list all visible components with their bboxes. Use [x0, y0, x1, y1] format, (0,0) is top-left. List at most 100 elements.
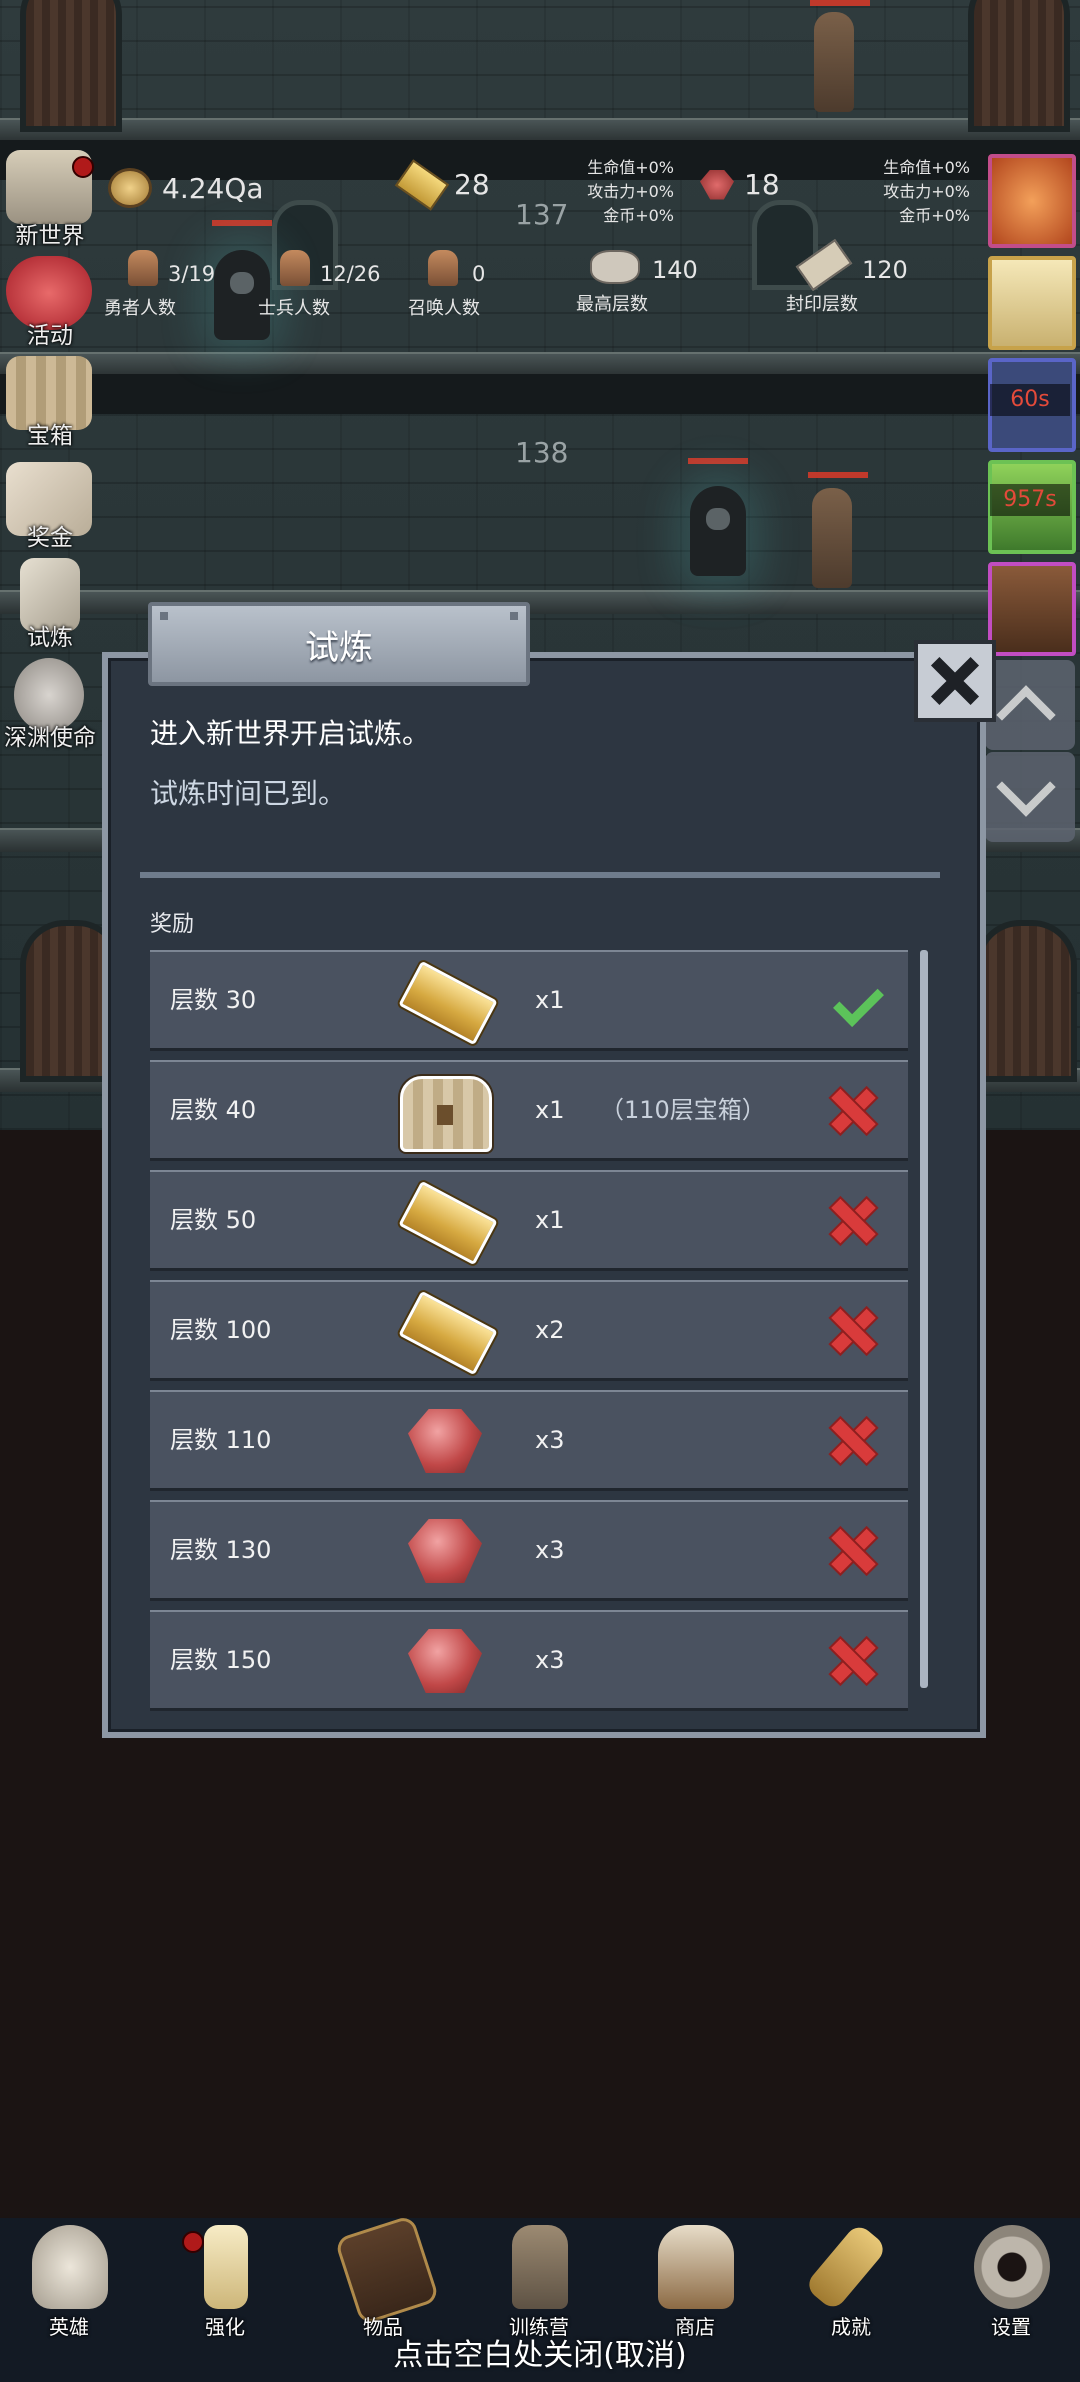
tab-upgrade[interactable]: 强化	[170, 2225, 280, 2339]
pumpkin-icon[interactable]	[988, 154, 1076, 248]
side-item-label: 试炼	[27, 625, 73, 651]
bonus-left: 生命值+0% 攻击力+0% 金币+0%	[560, 156, 674, 228]
unclaimed-cross-icon	[830, 1198, 876, 1244]
side-item-bonus[interactable]: 奖金	[0, 462, 100, 558]
zombie-enemy	[814, 12, 854, 112]
notification-dot	[72, 156, 94, 178]
summon-count: 0	[472, 262, 486, 286]
tab-shop[interactable]: 商店	[640, 2225, 750, 2339]
reward-row[interactable]: 层数 30 x1	[150, 950, 908, 1051]
divider	[140, 872, 940, 878]
scroll-icon	[795, 238, 853, 292]
reward-list-scrollbar[interactable]	[920, 950, 928, 1688]
door	[975, 920, 1077, 1082]
soldier-count: 12/26	[320, 262, 381, 286]
tab-achievements[interactable]: 成就	[796, 2221, 906, 2339]
side-item-new-world[interactable]: 新世界	[0, 150, 100, 249]
reward-floor: 层数 130	[170, 1536, 272, 1564]
floor-ledge	[0, 118, 1080, 142]
side-item-chest[interactable]: 宝箱	[0, 356, 100, 452]
reward-quantity: x1	[535, 1206, 565, 1234]
reward-quantity: x1	[535, 1096, 565, 1124]
side-item-abyss[interactable]: 深渊使命	[0, 658, 100, 754]
candle-icon[interactable]	[988, 256, 1076, 350]
reward-quantity: x3	[535, 1646, 565, 1674]
side-item-label: 奖金	[27, 525, 73, 551]
key-icon	[803, 2221, 889, 2313]
skull-icon	[32, 2225, 108, 2309]
mug-icon	[658, 2225, 734, 2309]
claimed-check-icon	[830, 976, 884, 1027]
gem-value: 18	[744, 168, 780, 201]
coin-icon	[108, 168, 152, 208]
chest-buff-icon[interactable]	[988, 562, 1076, 656]
gold-bar-icon	[398, 1180, 498, 1266]
hp-bonus: 生命值+0%	[883, 158, 970, 177]
chevron-up-icon	[996, 685, 1056, 745]
gold-bar-value: 28	[454, 168, 490, 201]
unclaimed-cross-icon	[830, 1528, 876, 1574]
tab-items[interactable]: 物品	[328, 2214, 440, 2339]
reward-quantity: x1	[535, 986, 565, 1014]
coin-bonus: 金币+0%	[603, 206, 674, 225]
chevron-down-icon	[996, 757, 1056, 817]
reward-quantity: x2	[535, 1316, 565, 1344]
tab-settings[interactable]: 设置	[956, 2225, 1066, 2339]
dialog-title: 试炼	[148, 602, 530, 686]
reward-row[interactable]: 层数 50 x1	[150, 1170, 908, 1271]
reward-row[interactable]: 层数 110 x3	[150, 1390, 908, 1491]
enemy-hp-bar	[808, 472, 868, 478]
lantern-icon	[512, 2225, 568, 2309]
atk-bonus: 攻击力+0%	[883, 182, 970, 201]
buff-timer: 957s	[990, 484, 1070, 516]
floor-ledge	[0, 352, 1080, 376]
gem-icon	[700, 169, 734, 200]
side-item-label: 宝箱	[27, 423, 73, 449]
side-item-label: 深渊使命	[4, 725, 96, 751]
reward-note: （110层宝箱）	[600, 1096, 766, 1124]
seal-floor-label: 封印层数	[786, 294, 858, 315]
reward-quantity: x3	[535, 1536, 565, 1564]
reward-row[interactable]: 层数 100 x2	[150, 1280, 908, 1381]
book-icon	[334, 2214, 440, 2326]
hero-icon	[128, 250, 158, 286]
tab-heroes[interactable]: 英雄	[14, 2225, 124, 2339]
tab-training-camp[interactable]: 训练营	[484, 2225, 594, 2339]
side-item-event[interactable]: 活动	[0, 256, 100, 352]
hero-count: 3/19	[168, 262, 216, 286]
dialog-title-text: 试炼	[305, 627, 373, 668]
scroll-up-button[interactable]	[985, 660, 1075, 750]
max-floor-value: 140	[652, 256, 698, 284]
reward-row[interactable]: 层数 130 x3	[150, 1500, 908, 1601]
zombie-enemy	[812, 488, 852, 588]
door	[968, 0, 1070, 132]
bonus-right: 生命值+0% 攻击力+0% 金币+0%	[850, 156, 970, 228]
hp-bonus: 生命值+0%	[587, 158, 674, 177]
reward-heading: 奖励	[150, 912, 195, 937]
reward-floor: 层数 100	[170, 1316, 272, 1344]
close-hint: 点击空白处关闭(取消)	[393, 2338, 687, 2373]
reward-quantity: x3	[535, 1426, 565, 1454]
treasure-chest-icon	[400, 1076, 492, 1152]
gold-bar-icon	[398, 1290, 498, 1376]
reward-row[interactable]: 层数 40 x1 （110层宝箱）	[150, 1060, 908, 1161]
trial-description: 进入新世界开启试炼。	[150, 717, 431, 750]
reward-row[interactable]: 层数 150 x3	[150, 1610, 908, 1711]
side-item-label: 活动	[27, 323, 73, 349]
seal-floor-value: 120	[862, 256, 908, 284]
side-item-trial[interactable]: 试炼	[0, 558, 100, 654]
floor-number: 138	[515, 436, 569, 469]
close-button[interactable]	[914, 640, 996, 722]
summon-icon	[428, 250, 458, 286]
reward-floor: 层数 110	[170, 1426, 272, 1454]
reward-list: 层数 30 x1 层数 40 x1 （110层宝箱） 层数 50 x1 层数 1…	[150, 950, 910, 1720]
gold-bar-icon	[398, 960, 498, 1046]
buff-timer: 60s	[990, 384, 1070, 416]
door	[20, 0, 122, 132]
scroll-down-button[interactable]	[985, 752, 1075, 842]
gear-icon	[974, 2225, 1050, 2309]
hero-count-label: 勇者人数	[104, 298, 176, 319]
gold-bar-icon	[394, 158, 450, 211]
gem-icon	[400, 1406, 490, 1476]
gem-icon	[400, 1516, 490, 1586]
